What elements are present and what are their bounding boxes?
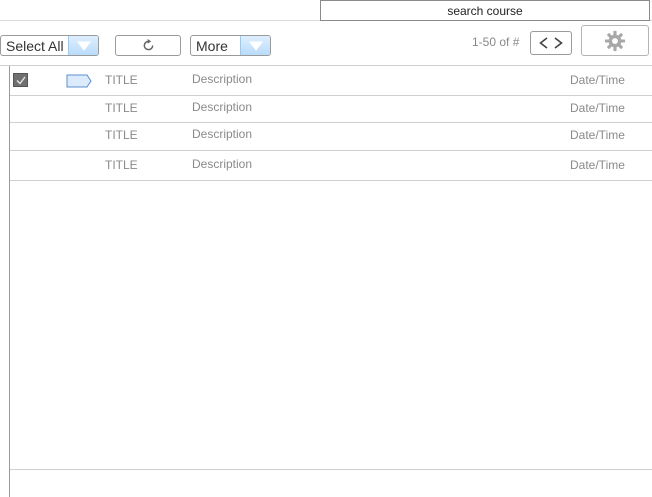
list-bottom-divider bbox=[10, 469, 652, 470]
more-dropdown[interactable]: More bbox=[190, 35, 271, 56]
row-title: TITLE bbox=[105, 158, 138, 172]
row-description: Description bbox=[192, 72, 253, 86]
more-dropdown-arrow[interactable] bbox=[240, 36, 270, 55]
select-all-dropdown[interactable]: Select All bbox=[0, 35, 99, 56]
row-title: TITLE bbox=[105, 73, 138, 87]
label-tag-icon[interactable] bbox=[66, 74, 92, 88]
triangle-down-icon bbox=[76, 41, 91, 51]
row-datetime: Date/Time bbox=[570, 158, 625, 172]
mail-list-screen: search course Select All More 1-50 of # bbox=[0, 0, 652, 497]
row-title: TITLE bbox=[105, 128, 138, 142]
more-label: More bbox=[196, 37, 228, 54]
row-description: Description bbox=[192, 157, 253, 171]
refresh-icon bbox=[143, 39, 153, 51]
settings-button[interactable] bbox=[581, 25, 649, 56]
message-row[interactable]: TITLE Description Date/Time bbox=[10, 96, 652, 123]
row-datetime: Date/Time bbox=[570, 101, 625, 115]
select-all-dropdown-arrow[interactable] bbox=[68, 36, 98, 55]
chevron-left-icon[interactable] bbox=[539, 37, 548, 49]
search-input-text: search course bbox=[447, 3, 523, 18]
row-checkbox[interactable] bbox=[13, 73, 28, 87]
checkmark-icon bbox=[16, 76, 26, 85]
pagination-buttons[interactable] bbox=[530, 31, 572, 55]
gear-icon bbox=[604, 30, 626, 51]
chevron-right-icon[interactable] bbox=[554, 37, 563, 49]
pagination-status: 1-50 of # bbox=[472, 35, 520, 49]
triangle-down-icon bbox=[248, 41, 263, 51]
message-row[interactable]: TITLE Description Date/Time bbox=[10, 66, 652, 96]
refresh-button[interactable] bbox=[115, 35, 181, 56]
select-all-label: Select All bbox=[6, 37, 64, 54]
row-description: Description bbox=[192, 127, 253, 141]
row-title: TITLE bbox=[105, 101, 138, 115]
row-description: Description bbox=[192, 100, 253, 114]
row-datetime: Date/Time bbox=[570, 73, 625, 87]
row-datetime: Date/Time bbox=[570, 128, 625, 142]
message-row[interactable]: TITLE Description Date/Time bbox=[10, 123, 652, 151]
search-input[interactable]: search course bbox=[320, 0, 650, 21]
message-row[interactable]: TITLE Description Date/Time bbox=[10, 151, 652, 181]
